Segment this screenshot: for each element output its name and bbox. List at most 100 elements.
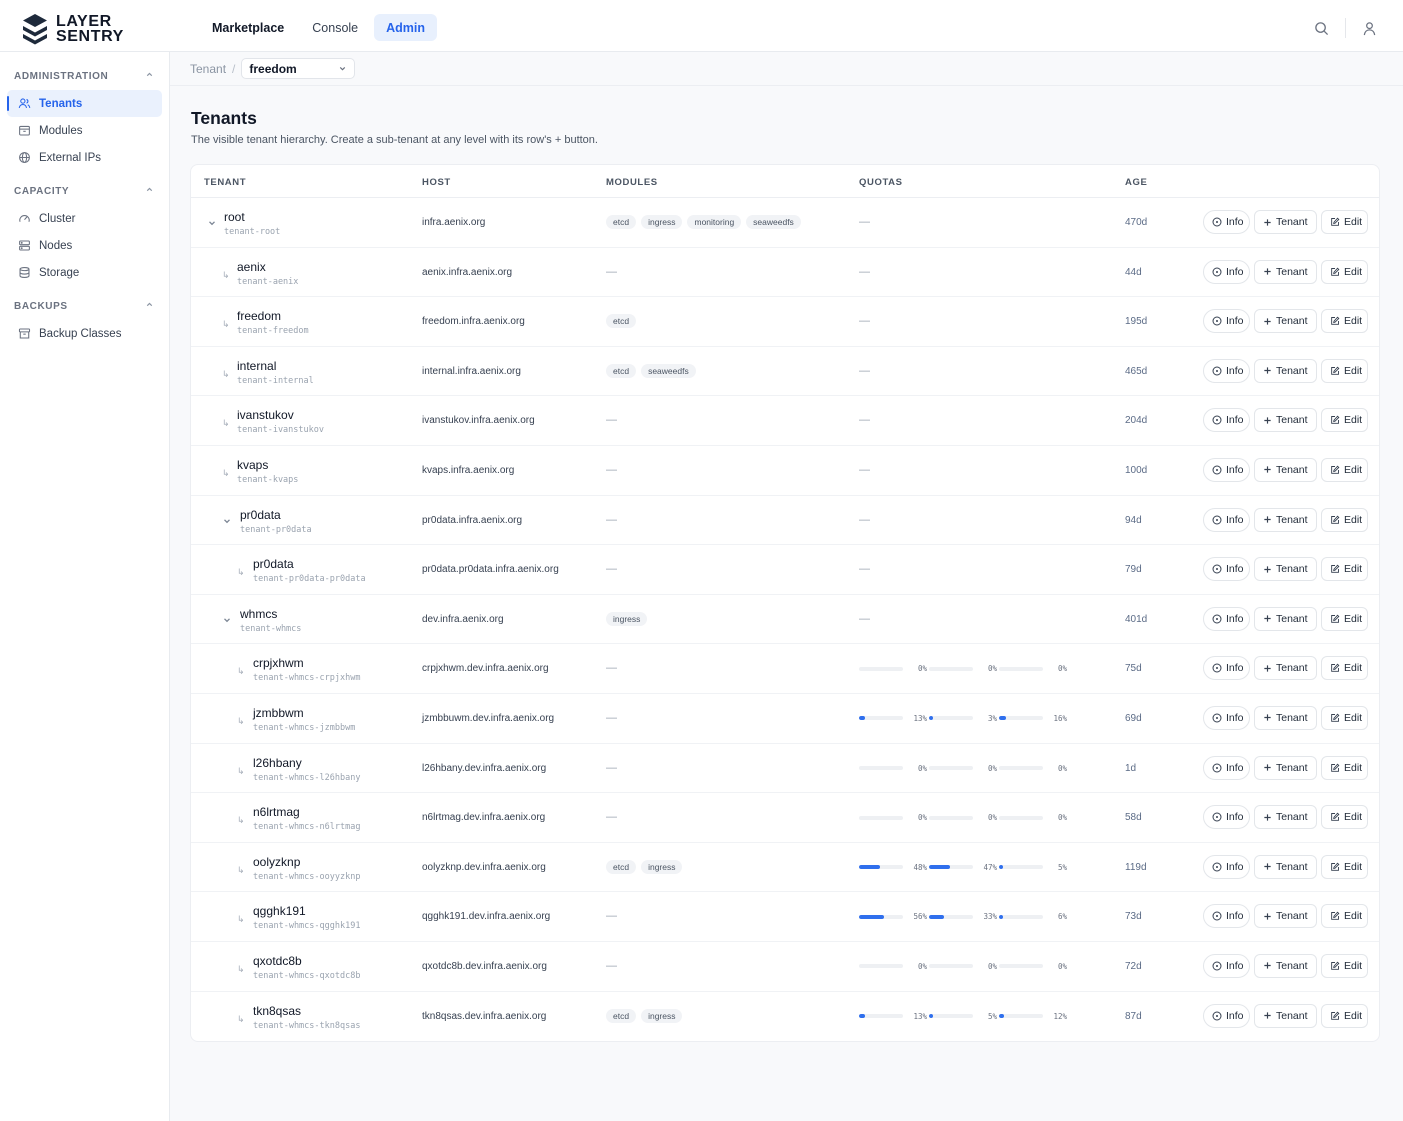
topnav-marketplace[interactable]: Marketplace xyxy=(200,14,296,41)
edit-button[interactable]: Edit xyxy=(1321,259,1368,284)
info-button[interactable]: Info xyxy=(1203,309,1250,334)
info-button[interactable]: Info xyxy=(1203,259,1250,284)
edit-button[interactable]: Edit xyxy=(1321,705,1368,730)
add-sub-tenant-button[interactable]: Tenant xyxy=(1254,408,1317,433)
tenant-name[interactable]: freedom xyxy=(237,309,309,323)
tenant-cell[interactable]: aenix tenant-aenix xyxy=(237,260,298,287)
info-button[interactable]: Info xyxy=(1203,210,1250,234)
add-sub-tenant-button[interactable]: Tenant xyxy=(1254,557,1317,582)
tenant-cell[interactable]: kvaps tenant-kvaps xyxy=(237,458,298,485)
edit-button[interactable]: Edit xyxy=(1321,854,1368,879)
add-sub-tenant-button[interactable]: Tenant xyxy=(1254,1003,1317,1028)
add-sub-tenant-button[interactable]: Tenant xyxy=(1254,309,1317,334)
info-button[interactable]: Info xyxy=(1203,557,1250,582)
tenant-name[interactable]: aenix xyxy=(237,260,298,274)
brand-logo[interactable]: LAYER SENTRY xyxy=(20,12,124,46)
add-sub-tenant-button[interactable]: Tenant xyxy=(1254,507,1317,532)
chevron-down-icon[interactable] xyxy=(222,615,232,628)
tenant-cell[interactable]: root tenant-root xyxy=(224,210,280,237)
info-button[interactable]: Info xyxy=(1203,606,1250,631)
add-sub-tenant-button[interactable]: Tenant xyxy=(1254,953,1317,978)
tenant-cell[interactable]: oolyzknp tenant-whmcs-ooyyzknp xyxy=(253,855,360,882)
info-button[interactable]: Info xyxy=(1203,656,1250,681)
chevron-down-icon[interactable] xyxy=(222,516,232,529)
edit-button[interactable]: Edit xyxy=(1321,904,1368,929)
add-sub-tenant-button[interactable]: Tenant xyxy=(1254,457,1317,482)
topnav-admin[interactable]: Admin xyxy=(374,14,438,41)
edit-button[interactable]: Edit xyxy=(1321,805,1368,830)
add-sub-tenant-button[interactable]: Tenant xyxy=(1254,854,1317,879)
add-sub-tenant-button[interactable]: Tenant xyxy=(1254,904,1317,929)
tenant-name[interactable]: crpjxhwm xyxy=(253,656,360,670)
info-button[interactable]: Info xyxy=(1203,408,1250,433)
tenant-name[interactable]: root xyxy=(224,210,280,224)
sidebar-item-storage[interactable]: Storage xyxy=(7,259,162,286)
tenant-name[interactable]: kvaps xyxy=(237,458,298,472)
sidebar-section-capacity[interactable]: CAPACITY xyxy=(0,181,169,201)
tenant-cell[interactable]: freedom tenant-freedom xyxy=(237,309,309,336)
edit-button[interactable]: Edit xyxy=(1321,457,1368,482)
edit-button[interactable]: Edit xyxy=(1321,953,1368,978)
add-sub-tenant-button[interactable]: Tenant xyxy=(1254,606,1317,631)
info-button[interactable]: Info xyxy=(1203,904,1250,929)
topnav-console[interactable]: Console xyxy=(300,14,370,41)
column-header-modules[interactable]: MODULES xyxy=(606,177,658,188)
info-button[interactable]: Info xyxy=(1203,358,1250,383)
tenant-cell[interactable]: l26hbany tenant-whmcs-l26hbany xyxy=(253,756,360,783)
tenant-cell[interactable]: internal tenant-internal xyxy=(237,359,314,386)
tenant-name[interactable]: qxotdc8b xyxy=(253,954,360,968)
info-button[interactable]: Info xyxy=(1203,705,1250,730)
tenant-name[interactable]: jzmbbwm xyxy=(253,706,355,720)
add-sub-tenant-button[interactable]: Tenant xyxy=(1254,656,1317,681)
search-icon[interactable] xyxy=(1314,21,1329,36)
tenant-select[interactable]: freedom xyxy=(241,58,356,79)
add-sub-tenant-button[interactable]: Tenant xyxy=(1254,805,1317,830)
tenant-name[interactable]: pr0data xyxy=(240,508,312,522)
column-header-age[interactable]: AGE xyxy=(1125,177,1147,188)
column-header-quotas[interactable]: QUOTAS xyxy=(859,177,903,188)
sidebar-section-backups[interactable]: BACKUPS xyxy=(0,296,169,316)
chevron-down-icon[interactable] xyxy=(207,218,217,231)
info-button[interactable]: Info xyxy=(1203,953,1250,978)
tenant-cell[interactable]: jzmbbwm tenant-whmcs-jzmbbwm xyxy=(253,706,355,733)
tenant-cell[interactable]: whmcs tenant-whmcs xyxy=(240,607,301,634)
add-sub-tenant-button[interactable]: Tenant xyxy=(1254,358,1317,383)
edit-button[interactable]: Edit xyxy=(1321,309,1368,334)
edit-button[interactable]: Edit xyxy=(1321,408,1368,433)
tenant-name[interactable]: ivanstukov xyxy=(237,408,324,422)
info-button[interactable]: Info xyxy=(1203,1003,1250,1028)
edit-button[interactable]: Edit xyxy=(1321,1003,1368,1028)
breadcrumb-tenant-link[interactable]: Tenant xyxy=(190,62,226,76)
add-sub-tenant-button[interactable]: Tenant xyxy=(1254,210,1317,234)
tenant-cell[interactable]: n6lrtmag tenant-whmcs-n6lrtmag xyxy=(253,805,360,832)
tenant-name[interactable]: l26hbany xyxy=(253,756,360,770)
sidebar-section-administration[interactable]: ADMINISTRATION xyxy=(0,66,169,86)
column-header-host[interactable]: HOST xyxy=(422,177,451,188)
edit-button[interactable]: Edit xyxy=(1321,656,1368,681)
tenant-cell[interactable]: qxotdc8b tenant-whmcs-qxotdc8b xyxy=(253,954,360,981)
edit-button[interactable]: Edit xyxy=(1321,210,1368,234)
add-sub-tenant-button[interactable]: Tenant xyxy=(1254,705,1317,730)
tenant-cell[interactable]: ivanstukov tenant-ivanstukov xyxy=(237,408,324,435)
column-header-tenant[interactable]: TENANT xyxy=(204,177,246,188)
sidebar-item-nodes[interactable]: Nodes xyxy=(7,232,162,259)
edit-button[interactable]: Edit xyxy=(1321,606,1368,631)
tenant-name[interactable]: oolyzknp xyxy=(253,855,360,869)
info-button[interactable]: Info xyxy=(1203,457,1250,482)
user-icon[interactable] xyxy=(1362,21,1377,36)
tenant-name[interactable]: pr0data xyxy=(253,557,366,571)
edit-button[interactable]: Edit xyxy=(1321,557,1368,582)
edit-button[interactable]: Edit xyxy=(1321,755,1368,780)
info-button[interactable]: Info xyxy=(1203,805,1250,830)
tenant-name[interactable]: internal xyxy=(237,359,314,373)
tenant-cell[interactable]: tkn8qsas tenant-whmcs-tkn8qsas xyxy=(253,1004,360,1031)
tenant-cell[interactable]: crpjxhwm tenant-whmcs-crpjxhwm xyxy=(253,656,360,683)
info-button[interactable]: Info xyxy=(1203,507,1250,532)
sidebar-item-external-ips[interactable]: External IPs xyxy=(7,144,162,171)
edit-button[interactable]: Edit xyxy=(1321,507,1368,532)
tenant-name[interactable]: whmcs xyxy=(240,607,301,621)
tenant-name[interactable]: tkn8qsas xyxy=(253,1004,360,1018)
tenant-cell[interactable]: pr0data tenant-pr0data xyxy=(240,508,312,535)
tenant-name[interactable]: qgghk191 xyxy=(253,904,360,918)
add-sub-tenant-button[interactable]: Tenant xyxy=(1254,755,1317,780)
